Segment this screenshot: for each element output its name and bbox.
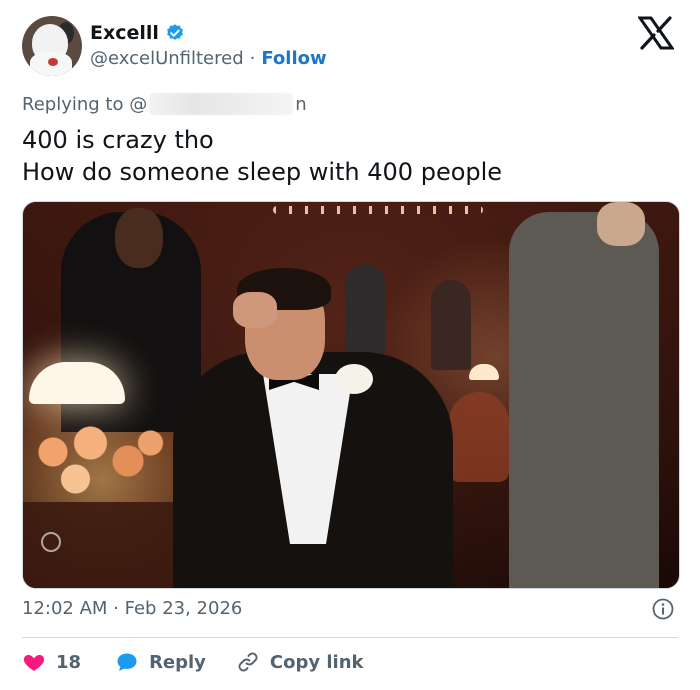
- reply-button[interactable]: Reply: [115, 650, 206, 674]
- replying-to: Replying to @ n: [22, 93, 307, 115]
- divider: [22, 637, 678, 638]
- author-display-name[interactable]: Excelll: [90, 22, 159, 44]
- reply-label: Reply: [149, 651, 206, 673]
- verified-badge-icon: [167, 24, 183, 40]
- author-name-row: Excelll: [90, 22, 185, 44]
- tweet-text-line-2: How do someone sleep with 400 people: [22, 158, 503, 186]
- info-icon[interactable]: [652, 598, 674, 620]
- like-button[interactable]: 18: [22, 650, 81, 674]
- avatar[interactable]: [22, 16, 82, 76]
- heart-icon: [23, 655, 45, 671]
- replying-to-suffix[interactable]: n: [295, 94, 306, 115]
- author-handle-row: @excelUnfiltered · Follow: [90, 48, 327, 69]
- action-bar: 18 Reply Copy link: [22, 648, 364, 676]
- replying-to-prefix: Replying to @: [22, 93, 148, 115]
- link-icon: [238, 652, 258, 672]
- follow-button[interactable]: Follow: [261, 48, 326, 69]
- tweet-photo[interactable]: [22, 201, 680, 589]
- x-logo-icon[interactable]: [638, 16, 674, 50]
- like-count: 18: [56, 651, 82, 673]
- copy-link-button[interactable]: Copy link: [236, 650, 364, 674]
- tweet-card: Excelll @excelUnfiltered · Follow Replyi…: [0, 0, 700, 690]
- copy-link-label: Copy link: [269, 651, 364, 673]
- speech-bubble-icon: [117, 653, 137, 671]
- separator-dot: ·: [249, 48, 256, 69]
- tweet-timestamp[interactable]: 12:02 AM · Feb 23, 2026: [22, 598, 242, 619]
- redacted-handle: [149, 93, 294, 115]
- tweet-text-line-1: 400 is crazy tho: [22, 126, 214, 154]
- tweet-text: 400 is crazy tho How do someone sleep wi…: [22, 124, 502, 188]
- author-handle[interactable]: @excelUnfiltered: [90, 48, 244, 69]
